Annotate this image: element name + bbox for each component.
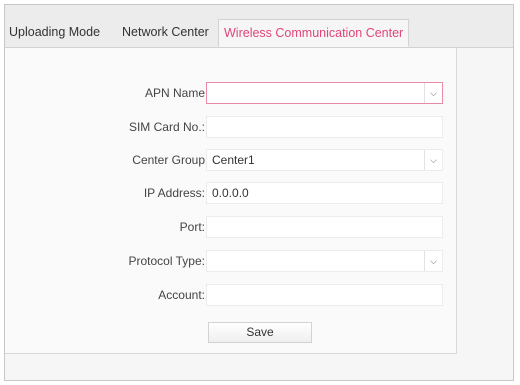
tab-bar: Uploading Mode Network Center Wireless C… bbox=[5, 5, 513, 48]
ip-address-label: IP Address: bbox=[143, 186, 205, 200]
port-row: Port: bbox=[5, 216, 456, 238]
sim-card-label: SIM Card No.: bbox=[128, 120, 205, 134]
protocol-type-dropdown[interactable]: ⌵ bbox=[206, 250, 443, 272]
chevron-down-icon[interactable]: ⌵ bbox=[424, 150, 442, 170]
apn-name-dropdown[interactable]: ⌵ bbox=[206, 82, 443, 104]
save-button[interactable]: Save bbox=[208, 322, 312, 343]
center-group-value: Center1 bbox=[212, 153, 255, 167]
tab-wireless-communication-center[interactable]: Wireless Communication Center bbox=[218, 19, 410, 47]
account-row: Account: bbox=[5, 284, 456, 306]
sim-card-row: SIM Card No.: bbox=[5, 116, 456, 138]
center-group-label: Center Group bbox=[132, 153, 205, 167]
apn-name-label: APN Name bbox=[144, 86, 205, 100]
sim-card-input[interactable] bbox=[206, 116, 443, 138]
port-label: Port: bbox=[179, 220, 205, 234]
tab-uploading-mode[interactable]: Uploading Mode bbox=[9, 19, 100, 47]
protocol-type-label: Protocol Type: bbox=[128, 254, 206, 268]
chevron-down-icon[interactable]: ⌵ bbox=[424, 83, 442, 103]
apn-name-row: APN Name ⌵ bbox=[5, 82, 456, 104]
protocol-type-row: Protocol Type: ⌵ bbox=[5, 250, 456, 272]
chevron-down-icon[interactable]: ⌵ bbox=[424, 251, 442, 271]
tab-network-center[interactable]: Network Center bbox=[122, 19, 209, 47]
ip-address-input[interactable]: 0.0.0.0 bbox=[206, 182, 443, 204]
settings-window: Uploading Mode Network Center Wireless C… bbox=[4, 4, 514, 381]
wireless-settings-panel: APN Name ⌵ SIM Card No.: Center Group Ce… bbox=[5, 48, 457, 354]
center-group-dropdown[interactable]: Center1 ⌵ bbox=[206, 149, 443, 171]
ip-address-row: IP Address: 0.0.0.0 bbox=[5, 182, 456, 204]
account-label: Account: bbox=[158, 288, 205, 302]
account-input[interactable] bbox=[206, 284, 443, 306]
center-group-row: Center Group Center1 ⌵ bbox=[5, 149, 456, 171]
port-input[interactable] bbox=[206, 216, 443, 238]
